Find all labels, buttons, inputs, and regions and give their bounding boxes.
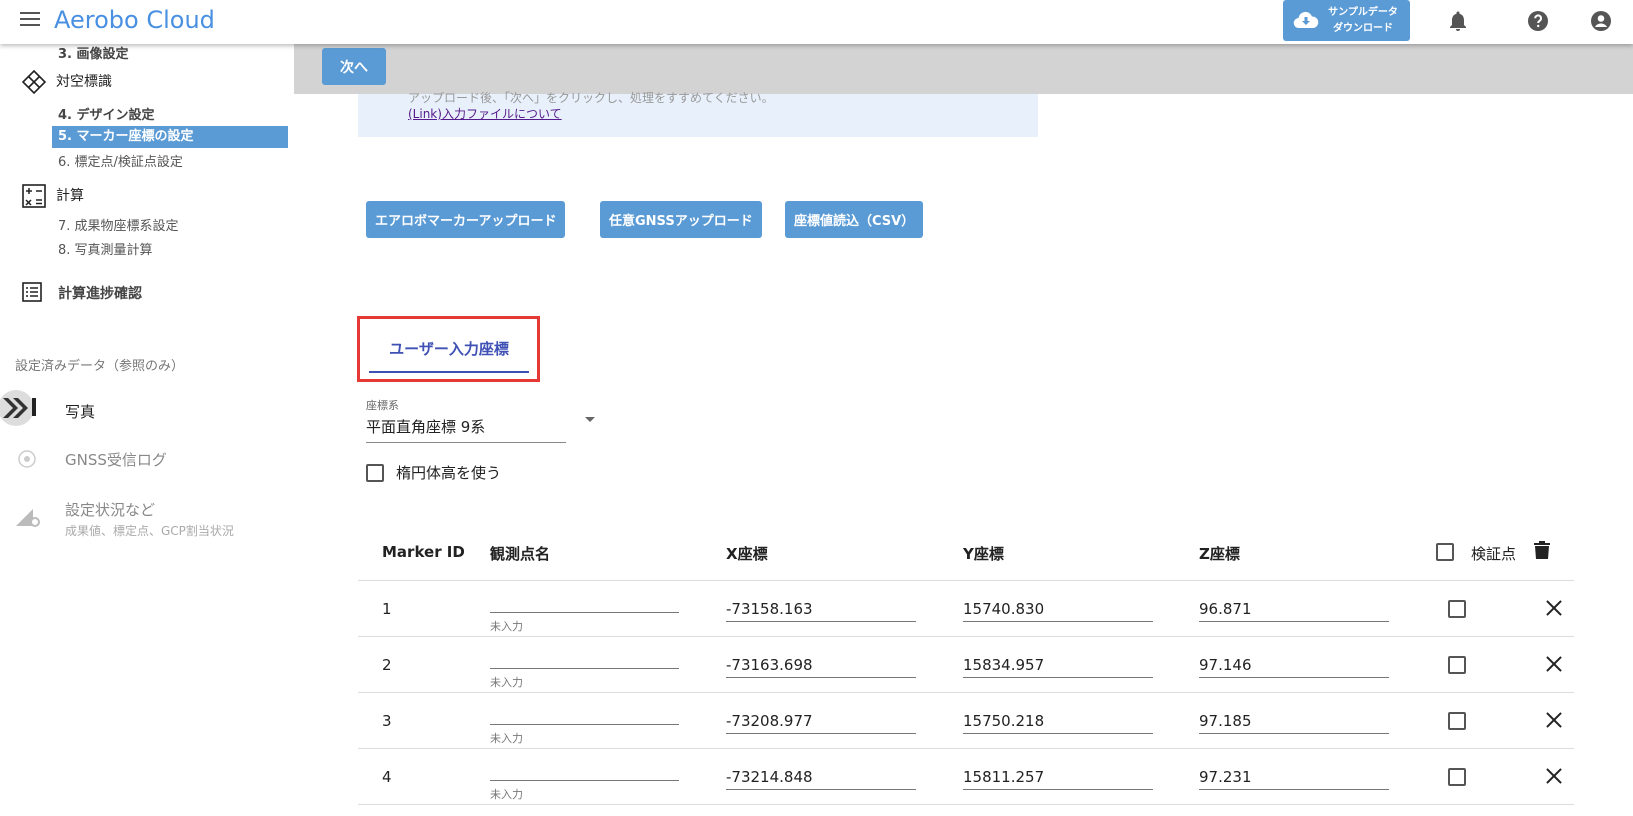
calculator-icon [22, 184, 46, 208]
row-1-z-field[interactable]: 96.871 [1199, 598, 1389, 622]
gnss-upload-button[interactable]: 任意GNSSアップロード [600, 201, 762, 238]
csv-import-button[interactable]: 座標値読込（CSV） [785, 201, 924, 238]
diamond-target-icon [22, 70, 46, 94]
sidebar: 3. 画像設定 対空標識 4. デザイン設定 5. マーカー座標の設定 6. 標… [0, 44, 294, 816]
signal-settings-icon [16, 509, 40, 527]
row-2-id: 2 [382, 656, 392, 674]
header-divider [358, 580, 1574, 581]
row-2-y-field[interactable]: 15834.957 [963, 654, 1153, 678]
row-3-delete-icon[interactable] [1546, 712, 1562, 728]
help-icon[interactable] [1526, 9, 1550, 33]
row-2-verify-checkbox[interactable] [1448, 656, 1466, 674]
expand-chevron-icon[interactable] [0, 390, 36, 426]
row-1-verify-checkbox[interactable] [1448, 600, 1466, 618]
row-divider [358, 692, 1574, 693]
row-2-x-field[interactable]: -73163.698 [726, 654, 916, 678]
header-point-name: 観測点名 [490, 545, 551, 563]
reference-data-title: 設定済みデータ（参照のみ） [15, 359, 185, 374]
tab-user-input-coords[interactable]: ユーザー入力座標 [369, 327, 529, 373]
dropdown-arrow-icon[interactable] [585, 417, 595, 422]
row-1-y-field[interactable]: 15740.830 [963, 598, 1153, 622]
row-divider [358, 636, 1574, 637]
gnss-icon [18, 450, 36, 468]
header-y: Y座標 [963, 545, 1004, 563]
header-x: X座標 [726, 545, 768, 563]
menu-icon[interactable] [20, 12, 40, 30]
row-4-y-field[interactable]: 15811.257 [963, 766, 1153, 790]
row-4-verify-checkbox[interactable] [1448, 768, 1466, 786]
row-4-x-field[interactable]: -73214.848 [726, 766, 916, 790]
sample-download-label-2: ダウンロード [1333, 23, 1393, 34]
row-4-z-field[interactable]: 97.231 [1199, 766, 1389, 790]
sidebar-step-image-settings[interactable]: 3. 画像設定 [58, 43, 129, 62]
row-2-delete-icon[interactable] [1546, 656, 1562, 672]
account-icon[interactable] [1589, 9, 1613, 33]
row-4-delete-icon[interactable] [1546, 768, 1562, 784]
row-3-name-hint: 未入力 [490, 732, 523, 745]
coord-system-label: 座標系 [366, 399, 399, 412]
row-3-z-field[interactable]: 97.185 [1199, 710, 1389, 734]
action-bar: 次へ [294, 44, 1633, 94]
row-1-name-field[interactable] [490, 612, 679, 613]
reference-photo[interactable]: 写真 [65, 401, 95, 422]
verify-all-checkbox[interactable] [1436, 543, 1454, 561]
row-divider [358, 804, 1574, 805]
row-1-delete-icon[interactable] [1546, 600, 1562, 616]
reference-gnss-log[interactable]: GNSS受信ログ [65, 449, 167, 470]
sample-download-label-1: サンプルデータ [1328, 7, 1398, 18]
sidebar-step-design[interactable]: 4. デザイン設定 [58, 104, 155, 123]
bell-icon[interactable] [1446, 9, 1470, 33]
row-3-id: 3 [382, 712, 392, 730]
row-3-verify-checkbox[interactable] [1448, 712, 1466, 730]
sidebar-section-calc-label: 計算 [56, 188, 84, 204]
row-1-id: 1 [382, 600, 392, 618]
sidebar-step-marker-coords[interactable]: 5. マーカー座標の設定 [52, 126, 288, 148]
row-4-id: 4 [382, 768, 392, 786]
app-bar: Aerobo Cloud サンプルデータ ダウンロード [0, 0, 1633, 44]
tab-highlight-frame: ユーザー入力座標 [357, 316, 540, 382]
sidebar-step-output-crs[interactable]: 7. 成果物座標系設定 [58, 215, 179, 234]
sidebar-section-progress-label: 計算進捗確認 [58, 286, 142, 302]
row-4-name-field[interactable] [490, 780, 679, 781]
header-z: Z座標 [1199, 545, 1240, 563]
row-divider [358, 748, 1574, 749]
aerobo-marker-upload-button[interactable]: エアロボマーカーアップロード [366, 201, 566, 238]
app-title: Aerobo Cloud [54, 6, 215, 34]
list-icon [22, 282, 42, 302]
row-1-x-field[interactable]: -73158.163 [726, 598, 916, 622]
row-3-y-field[interactable]: 15750.218 [963, 710, 1153, 734]
row-3-x-field[interactable]: -73208.977 [726, 710, 916, 734]
row-2-name-field[interactable] [490, 668, 679, 669]
header-marker-id: Marker ID [382, 543, 465, 561]
ellipsoid-height-checkbox[interactable] [366, 464, 384, 482]
trash-icon[interactable] [1534, 540, 1550, 560]
sample-download-button[interactable]: サンプルデータ ダウンロード [1283, 0, 1410, 41]
row-1-name-hint: 未入力 [490, 620, 523, 633]
next-button[interactable]: 次へ [322, 48, 386, 85]
input-file-help-link[interactable]: (Link)入力ファイルについて [408, 105, 562, 122]
sidebar-section-marker-label: 対空標識 [56, 74, 112, 90]
coord-system-select[interactable]: 平面直角座標 9系 [366, 415, 566, 443]
ellipsoid-height-label: 楕円体高を使う [396, 464, 502, 482]
row-3-name-field[interactable] [490, 724, 679, 725]
row-4-name-hint: 未入力 [490, 788, 523, 801]
info-text: アップロード後、「次へ」をクリックし、処理をすすめてください。 [408, 91, 774, 105]
cloud-download-icon [1293, 11, 1319, 29]
reference-status-subtitle: 成果値、標定点、GCP割当状況 [65, 524, 234, 538]
reference-status[interactable]: 設定状況など [65, 499, 155, 520]
row-2-name-hint: 未入力 [490, 676, 523, 689]
info-box: アップロード後、「次へ」をクリックし、処理をすすめてください。 (Link)入力… [358, 91, 1038, 137]
header-verify: 検証点 [1471, 545, 1517, 563]
row-2-z-field[interactable]: 97.146 [1199, 654, 1389, 678]
sidebar-step-gcp[interactable]: 6. 標定点/検証点設定 [58, 151, 183, 170]
photo-icon [32, 398, 36, 416]
sidebar-step-photogrammetry[interactable]: 8. 写真測量計算 [58, 239, 153, 258]
